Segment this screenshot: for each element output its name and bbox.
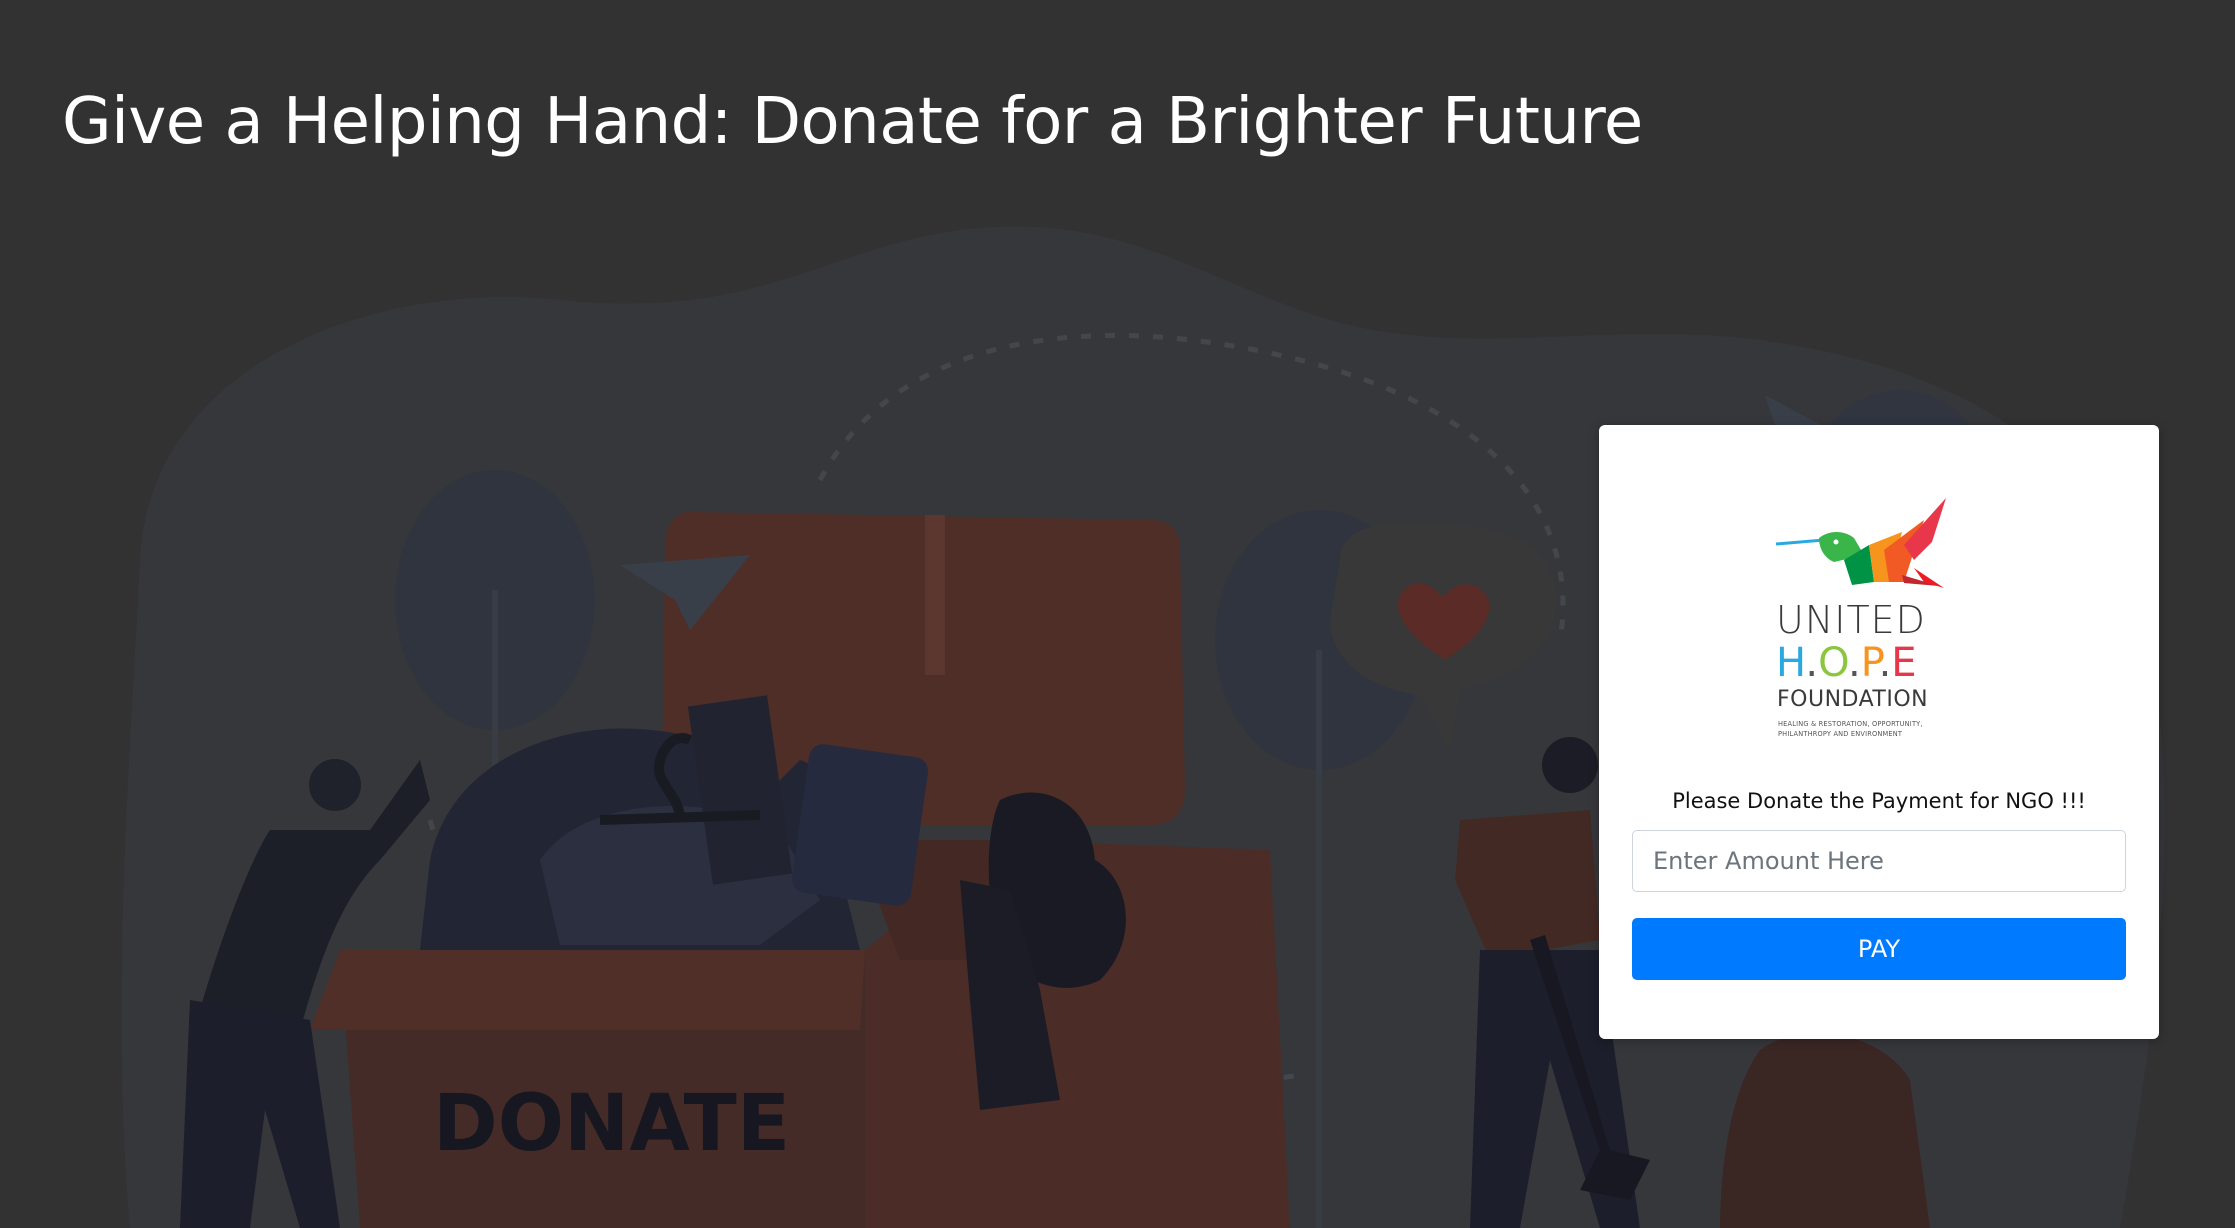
amount-input[interactable]: [1632, 830, 2126, 892]
logo-tagline-line-2: PHILANTHROPY AND ENVIRONMENT: [1778, 730, 1903, 738]
logo-text-united: UNITED: [1776, 598, 1926, 642]
logo-tagline: HEALING & RESTORATION, OPPORTUNITY, PHIL…: [1778, 719, 1988, 739]
logo-hope-o: O: [1818, 640, 1848, 686]
donation-page: DONATE Give a Helping Hand: Donate for a…: [0, 0, 2235, 1228]
united-hope-foundation-logo: UNITED H.O.P.E FOUNDATION HEALING & REST…: [1774, 490, 1984, 750]
logo-hope-dot-1: .: [1805, 640, 1819, 686]
pay-button[interactable]: PAY: [1632, 918, 2126, 980]
logo-hope-e: E: [1891, 640, 1917, 686]
logo-hope-p: P: [1860, 640, 1879, 686]
donation-prompt: Please Donate the Payment for NGO !!!: [1672, 789, 2086, 813]
logo-hope-dot-2: .: [1847, 640, 1861, 686]
logo-text-foundation: FOUNDATION: [1777, 687, 1929, 712]
page-title: Give a Helping Hand: Donate for a Bright…: [62, 85, 1643, 159]
logo-hope-dot-3: .: [1878, 640, 1892, 686]
logo-tagline-line-1: HEALING & RESTORATION, OPPORTUNITY,: [1778, 720, 1923, 728]
logo-hope-h: H: [1776, 640, 1806, 686]
hummingbird-icon: [1775, 498, 1946, 588]
logo-text-hope: H.O.P.E: [1776, 640, 1986, 686]
donation-card: UNITED H.O.P.E FOUNDATION HEALING & REST…: [1599, 425, 2159, 1039]
